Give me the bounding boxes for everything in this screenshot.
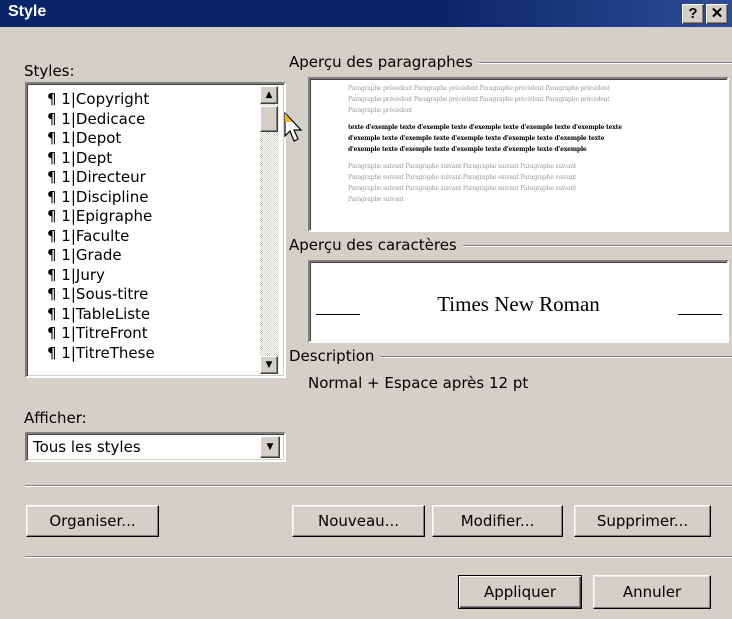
style-item-name: TitreFront xyxy=(75,324,148,342)
style-item-name: Epigraphe xyxy=(75,207,153,225)
style-item-prefix: ¶ 1| xyxy=(47,187,76,206)
style-list-item[interactable]: ¶ 1|Jury xyxy=(47,266,105,284)
scroll-thumb[interactable] xyxy=(260,106,278,132)
appliquer-button-label: Appliquer xyxy=(483,583,557,601)
mouse-pointer-icon xyxy=(284,112,303,142)
style-list-item[interactable]: ¶ 1|Depot xyxy=(47,129,121,147)
style-item-prefix: ¶ 1| xyxy=(47,265,76,284)
style-item-name: Jury xyxy=(75,265,105,284)
organiser-button[interactable]: Organiser... xyxy=(26,505,159,537)
style-item-prefix: ¶ 1| xyxy=(47,324,76,342)
style-item-prefix: ¶ 1| xyxy=(47,168,76,186)
style-item-prefix: ¶ 1| xyxy=(47,246,76,264)
window-title: Style xyxy=(8,3,47,20)
modifier-button-label: Modifier... xyxy=(460,512,535,530)
scroll-down-icon[interactable]: ▼ xyxy=(260,356,278,374)
preview-line: Paragraphe suivant Paragraphe suivant Pa… xyxy=(348,174,577,181)
styles-scrollbar[interactable]: ▲ ▼ xyxy=(260,86,279,374)
separator-bottom xyxy=(25,556,732,558)
style-list-item[interactable]: ¶ 1|TitreThese xyxy=(47,344,155,362)
style-item-name: Sous-titre xyxy=(75,285,149,303)
style-item-prefix: ¶ 1| xyxy=(47,129,76,147)
preview-line-right xyxy=(678,314,722,315)
style-item-prefix: ¶ 1| xyxy=(47,207,76,225)
preview-line: Paragraphe suivant Paragraphe suivant Pa… xyxy=(348,185,577,192)
style-item-name: Discipline xyxy=(75,187,149,206)
modifier-button[interactable]: Modifier... xyxy=(432,505,563,537)
afficher-dropdown[interactable]: Tous les styles ▼ xyxy=(25,432,286,462)
style-item-name: Directeur xyxy=(75,168,146,186)
organiser-button-label: Organiser... xyxy=(49,512,136,530)
style-item-prefix: ¶ 1| xyxy=(47,304,76,323)
appliquer-button[interactable]: Appliquer xyxy=(458,575,582,609)
style-list-item[interactable]: ¶ 1|Discipline xyxy=(47,188,148,206)
styles-listbox[interactable]: ¶ 1|Copyright ¶ 1|Dedicace ¶ 1|Depot ¶ 1|De… xyxy=(25,82,286,378)
style-list-item[interactable]: ¶ 1|Dept xyxy=(47,149,112,167)
style-item-prefix: ¶ 1| xyxy=(47,226,76,245)
description-label: Description xyxy=(289,347,381,365)
style-item-prefix: ¶ 1| xyxy=(47,109,76,128)
separator-top xyxy=(25,485,732,487)
style-item-prefix: ¶ 1| xyxy=(47,90,76,108)
character-preview-box: Times New Roman xyxy=(308,260,729,343)
paragraph-preview-label: Aperçu des paragraphes xyxy=(289,53,479,71)
style-list-item[interactable]: ¶ 1|Grade xyxy=(47,246,122,264)
style-item-name: TableListe xyxy=(75,304,151,323)
style-list-item[interactable]: ¶ 1|TitreFront xyxy=(47,324,148,342)
style-item-name: TitreThese xyxy=(75,343,155,362)
style-list-item[interactable]: ¶ 1|Faculte xyxy=(47,227,129,245)
style-list-item[interactable]: ¶ 1|TableListe xyxy=(47,305,150,323)
help-button[interactable]: ? xyxy=(682,4,704,24)
preview-line: Paragraphe précédent Paragraphe précéden… xyxy=(348,85,610,92)
nouveau-button-label: Nouveau... xyxy=(317,512,399,530)
supprimer-button[interactable]: Supprimer... xyxy=(574,505,711,537)
style-list-item[interactable]: ¶ 1|Epigraphe xyxy=(47,207,152,225)
afficher-label: Afficher: xyxy=(24,409,87,427)
preview-line: Paragraphe précédent Paragraphe précéden… xyxy=(348,96,610,103)
description-text: Normal + Espace après 12 pt xyxy=(308,374,529,392)
preview-line: Paragraphe suivant xyxy=(348,196,404,203)
character-preview-label: Aperçu des caractères xyxy=(289,236,463,254)
annuler-button-label: Annuler xyxy=(622,583,682,601)
title-bar[interactable]: Style ? ✕ xyxy=(0,0,732,27)
nouveau-button[interactable]: Nouveau... xyxy=(292,505,425,537)
style-item-name: Dept xyxy=(75,148,113,167)
styles-list[interactable]: ¶ 1|Copyright ¶ 1|Dedicace ¶ 1|Depot ¶ 1|De… xyxy=(29,86,261,374)
afficher-selected: Tous les styles xyxy=(33,438,141,456)
character-preview-sample: Times New Roman xyxy=(437,292,600,316)
annuler-button[interactable]: Annuler xyxy=(593,575,711,609)
preview-line: d'exemple texte d'exemple texte d'exempl… xyxy=(348,135,605,142)
style-list-item[interactable]: ¶ 1|Sous-titre xyxy=(47,285,148,303)
style-item-name: Copyright xyxy=(75,90,150,108)
scroll-up-icon[interactable]: ▲ xyxy=(260,86,278,104)
style-item-name: Faculte xyxy=(75,226,130,245)
preview-line: d'exemple texte d'exemple texte d'exempl… xyxy=(348,146,587,153)
style-list-item[interactable]: ¶ 1|Directeur xyxy=(47,168,146,186)
style-item-name: Grade xyxy=(75,246,122,264)
preview-line: texte d'exemple texte d'exemple texte d'… xyxy=(348,124,622,131)
style-item-name: Dedicace xyxy=(75,109,146,128)
preview-line: Paragraphe suivant Paragraphe suivant Pa… xyxy=(348,163,577,170)
style-list-item[interactable]: ¶ 1|Copyright xyxy=(47,90,149,108)
close-icon[interactable]: ✕ xyxy=(706,4,728,24)
style-list-item[interactable]: ¶ 1|Dedicace xyxy=(47,110,145,128)
paragraph-preview-box: Paragraphe précédent Paragraphe précéden… xyxy=(308,77,729,232)
styles-label: Styles: xyxy=(24,62,75,80)
style-item-name: Depot xyxy=(75,129,122,147)
dropdown-arrow-icon[interactable]: ▼ xyxy=(260,436,280,458)
supprimer-button-label: Supprimer... xyxy=(596,512,689,530)
preview-line: Paragraphe précédent xyxy=(348,107,413,114)
style-item-prefix: ¶ 1| xyxy=(47,285,76,303)
style-item-prefix: ¶ 1| xyxy=(47,343,76,362)
style-item-prefix: ¶ 1| xyxy=(47,148,76,167)
